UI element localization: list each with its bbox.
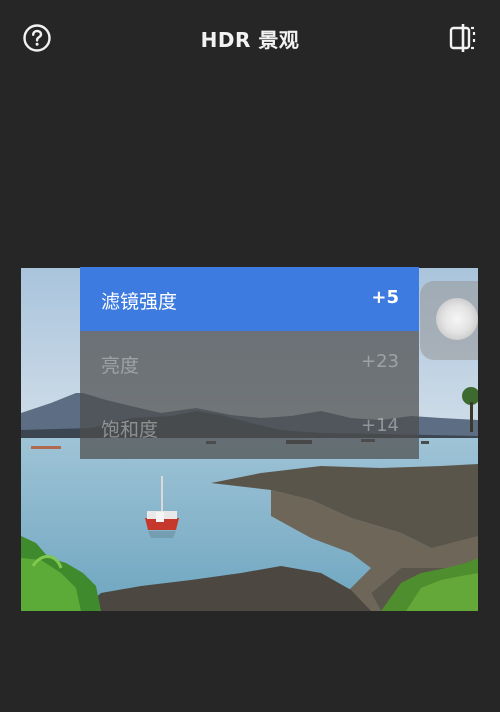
menu-item-value: +14 <box>361 415 399 436</box>
compare-button[interactable] <box>448 22 478 54</box>
page-title: HDR 景观 <box>200 28 300 52</box>
menu-item-value: +23 <box>361 351 399 372</box>
adjust-handle[interactable] <box>436 298 478 340</box>
menu-item-value: +5 <box>371 287 399 308</box>
compare-split-icon <box>449 24 476 52</box>
photo-editor-screen: HDR 景观 滤镜强度 +5 亮度 +23 饱和度 +14 <box>0 0 500 712</box>
menu-item-saturation[interactable]: 饱和度 +14 <box>80 395 419 459</box>
menu-item-label: 亮度 <box>101 355 140 377</box>
adjustment-menu: 滤镜强度 +5 亮度 +23 饱和度 +14 <box>80 267 419 459</box>
menu-item-label: 滤镜强度 <box>101 291 178 313</box>
menu-item-filter-strength[interactable]: 滤镜强度 +5 <box>80 267 419 331</box>
menu-item-brightness[interactable]: 亮度 +23 <box>80 331 419 395</box>
top-bar: HDR 景观 <box>0 0 500 78</box>
menu-item-label: 饱和度 <box>101 419 159 441</box>
